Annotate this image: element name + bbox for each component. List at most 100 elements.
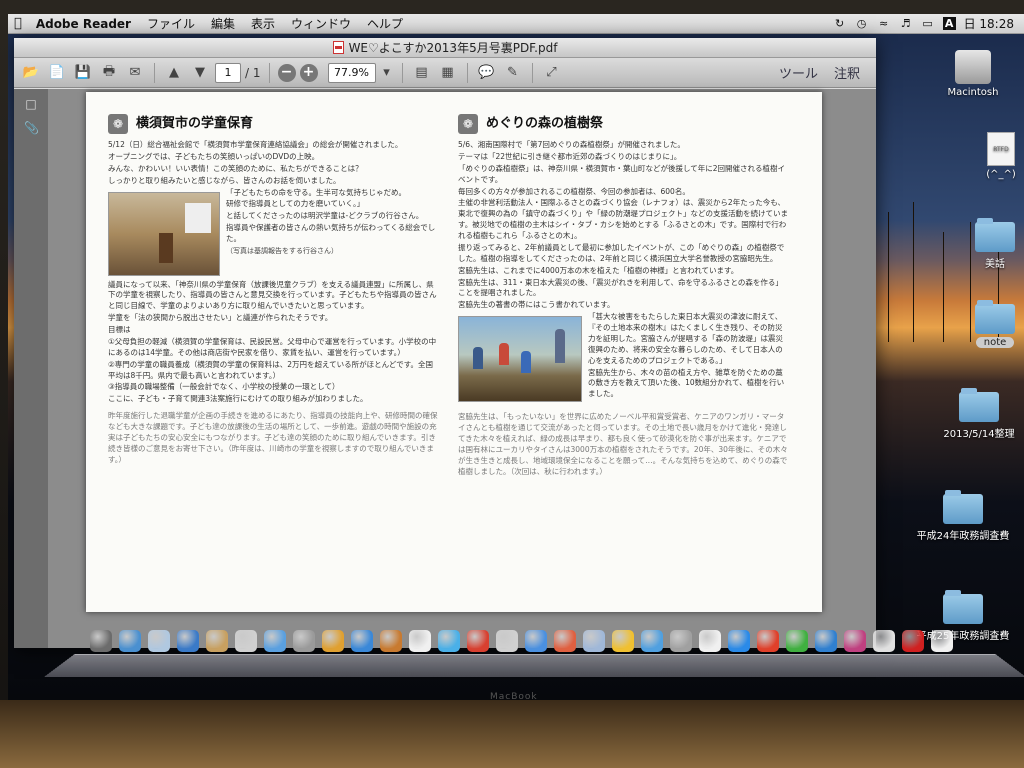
pdf-page: ❁ 横須賀市の学童保育 5/12（日）総合福祉会館で「横須賀市学童保育連絡協議会… bbox=[86, 92, 822, 612]
folder-icon bbox=[975, 218, 1015, 252]
paragraph: オープニングでは、子どもたちの笑顔いっぱいのDVDの上映。 bbox=[108, 151, 320, 161]
dock-app-icon[interactable] bbox=[641, 630, 663, 652]
paragraph: 学童を「法の狭間から脱出させたい」と議連が作られたそうです。 bbox=[108, 313, 333, 323]
dock-items bbox=[90, 630, 953, 652]
menu-window[interactable]: ウィンドウ bbox=[283, 15, 359, 32]
dock-app-icon[interactable] bbox=[322, 630, 344, 652]
toolbar-right-panel: ツール 注釈 bbox=[779, 63, 870, 82]
menu-app-name[interactable]: Adobe Reader bbox=[28, 17, 139, 31]
dock-app-icon[interactable] bbox=[728, 630, 750, 652]
toolbar-divider bbox=[401, 62, 403, 83]
page-total: / 1 bbox=[245, 65, 261, 80]
attachments-icon[interactable]: 📎 bbox=[24, 121, 39, 137]
dock-app-icon[interactable] bbox=[438, 630, 460, 652]
input-method-icon[interactable]: A bbox=[942, 17, 956, 30]
article-right: ❁ めぐりの森の植樹祭 5/6、湘南国際村で「第7回めぐりの森植樹祭」が開催され… bbox=[458, 114, 788, 478]
save-icon[interactable]: 💾 bbox=[72, 63, 94, 83]
dock-app-icon[interactable] bbox=[699, 630, 721, 652]
dock-app-icon[interactable] bbox=[525, 630, 547, 652]
email-icon[interactable]: ✉ bbox=[124, 63, 146, 83]
paragraph: ①父母負担の軽減（横須賀の学童保育は、民設民営。父母中心で運営を行っています。小… bbox=[108, 336, 437, 357]
folder-icon bbox=[975, 300, 1015, 334]
desktop-icon-rtf-file[interactable]: RTFD (^_^) bbox=[946, 132, 1024, 180]
document-area[interactable]: □ 📎 ❁ 横須賀市の学童保育 5/12（日）総合福祉会館で「横須賀市学童保育連… bbox=[14, 89, 876, 648]
dock-app-icon[interactable] bbox=[670, 630, 692, 652]
paragraph: 5/12（日）総合福祉会館で「横須賀市学童保育連絡協議会」の総会が開催されました… bbox=[108, 140, 403, 149]
desktop-icon-macintosh-hd[interactable]: Macintosh bbox=[918, 50, 1024, 98]
clover-icon: ❁ bbox=[108, 114, 128, 134]
rtf-document-icon: RTFD bbox=[987, 132, 1015, 166]
next-page-icon[interactable]: ▼ bbox=[189, 63, 211, 83]
battery-icon[interactable]: ▭ bbox=[921, 17, 935, 31]
menu-file[interactable]: ファイル bbox=[139, 15, 203, 32]
dock-app-icon[interactable] bbox=[873, 630, 895, 652]
dock-app-icon[interactable] bbox=[467, 630, 489, 652]
dock-app-icon[interactable] bbox=[148, 630, 170, 652]
tools-pane-button[interactable]: ツール bbox=[779, 63, 818, 82]
toolbar-divider bbox=[531, 62, 533, 83]
reader-toolbar: 📂 📄 💾 🖶 ✉ ▲ ▼ 1 / 1 − + 77.9% ▾ ▤ ▦ 💬 ✎ … bbox=[14, 58, 876, 88]
dock-app-icon[interactable] bbox=[757, 630, 779, 652]
dock-shelf bbox=[44, 653, 1024, 677]
menu-clock[interactable]: 日 18:28 bbox=[964, 15, 1014, 32]
time-machine-icon[interactable]: ◷ bbox=[855, 17, 869, 31]
zoom-dropdown-chevron-icon[interactable]: ▾ bbox=[380, 63, 394, 83]
paragraph: テーマは「22世紀に引き継ぐ都市近郊の森づくりのはじまりに」。 bbox=[458, 151, 682, 161]
dock-app-icon[interactable] bbox=[90, 630, 112, 652]
toolbar-divider bbox=[268, 62, 270, 83]
dock-app-icon[interactable] bbox=[496, 630, 518, 652]
paragraph: 宮脇先生は、これまでに4000万本の木を植えた「植樹の神様」と言われています。 bbox=[458, 265, 739, 275]
toolbar-divider bbox=[154, 62, 155, 83]
desktop-folder-1[interactable]: 美話 bbox=[940, 218, 1024, 270]
comment-pane-button[interactable]: 注釈 bbox=[834, 63, 860, 82]
dock-app-icon[interactable] bbox=[177, 630, 199, 652]
dock-app-icon[interactable] bbox=[902, 630, 924, 652]
menu-help[interactable]: ヘルプ bbox=[359, 15, 411, 32]
open-file-icon[interactable]: 📂 bbox=[20, 63, 42, 83]
volume-icon[interactable]: ♬ bbox=[899, 17, 913, 31]
paragraph: ②専門の学童の職員養成（横須賀の学童の保育料は、2万円を超えている所がほとんどで… bbox=[108, 359, 433, 380]
dock-app-icon[interactable] bbox=[293, 630, 315, 652]
zoom-in-button[interactable]: + bbox=[299, 63, 318, 82]
create-pdf-icon[interactable]: 📄 bbox=[46, 63, 68, 83]
dock-app-icon[interactable] bbox=[554, 630, 576, 652]
scrolling-mode-icon[interactable]: ▤ bbox=[411, 63, 433, 83]
dock-app-icon[interactable] bbox=[583, 630, 605, 652]
sticky-note-icon[interactable]: 💬 bbox=[476, 63, 498, 83]
sync-icon[interactable]: ↻ bbox=[833, 17, 847, 31]
desktop-folder-2013[interactable]: 2013/5/14整理 bbox=[924, 388, 1024, 440]
pdf-file-icon bbox=[332, 41, 344, 54]
print-icon[interactable]: 🖶 bbox=[98, 63, 120, 83]
dock-app-icon[interactable] bbox=[264, 630, 286, 652]
page-number-input[interactable]: 1 bbox=[215, 62, 241, 83]
dock-app-icon[interactable] bbox=[815, 630, 837, 652]
previous-page-icon[interactable]: ▲ bbox=[163, 63, 185, 83]
dock-app-icon[interactable] bbox=[380, 630, 402, 652]
menu-view[interactable]: 表示 bbox=[243, 15, 283, 32]
window-title: WE♡よこすか2013年5月号裏PDF.pdf bbox=[348, 41, 558, 55]
dock-app-icon[interactable] bbox=[844, 630, 866, 652]
dock-app-icon[interactable] bbox=[119, 630, 141, 652]
zoom-level-field[interactable]: 77.9% bbox=[327, 62, 376, 83]
desktop-folder-note[interactable]: note bbox=[940, 300, 1024, 348]
dock-app-icon[interactable] bbox=[786, 630, 808, 652]
navigation-pane: □ 📎 bbox=[14, 89, 48, 648]
fullscreen-icon[interactable]: ⤢ bbox=[541, 63, 563, 83]
dock-app-icon[interactable] bbox=[612, 630, 634, 652]
desktop-folder-h24[interactable]: 平成24年政務調査費 bbox=[908, 490, 1018, 542]
zoom-out-button[interactable]: − bbox=[277, 63, 296, 82]
dock-app-icon[interactable] bbox=[931, 630, 953, 652]
highlight-icon[interactable]: ✎ bbox=[502, 63, 524, 83]
dock-app-icon[interactable] bbox=[235, 630, 257, 652]
paragraph: 5/6、湘南国際村で「第7回めぐりの森植樹祭」が開催されました。 bbox=[458, 140, 685, 149]
menu-edit[interactable]: 編集 bbox=[203, 15, 243, 32]
dock-app-icon[interactable] bbox=[409, 630, 431, 652]
dock-app-icon[interactable] bbox=[206, 630, 228, 652]
fit-page-icon[interactable]: ▦ bbox=[437, 63, 459, 83]
apple-menu-icon[interactable]:  bbox=[8, 16, 28, 31]
wifi-icon[interactable]: ≈ bbox=[877, 17, 891, 31]
page-thumbnails-icon[interactable]: □ bbox=[24, 97, 38, 113]
paragraph: 宮脇先生は、「もったいない」を世界に広めたノーベル平和賞受賞者、ケニアのワンガリ… bbox=[458, 412, 788, 476]
window-titlebar[interactable]: WE♡よこすか2013年5月号裏PDF.pdf bbox=[14, 38, 876, 58]
dock-app-icon[interactable] bbox=[351, 630, 373, 652]
